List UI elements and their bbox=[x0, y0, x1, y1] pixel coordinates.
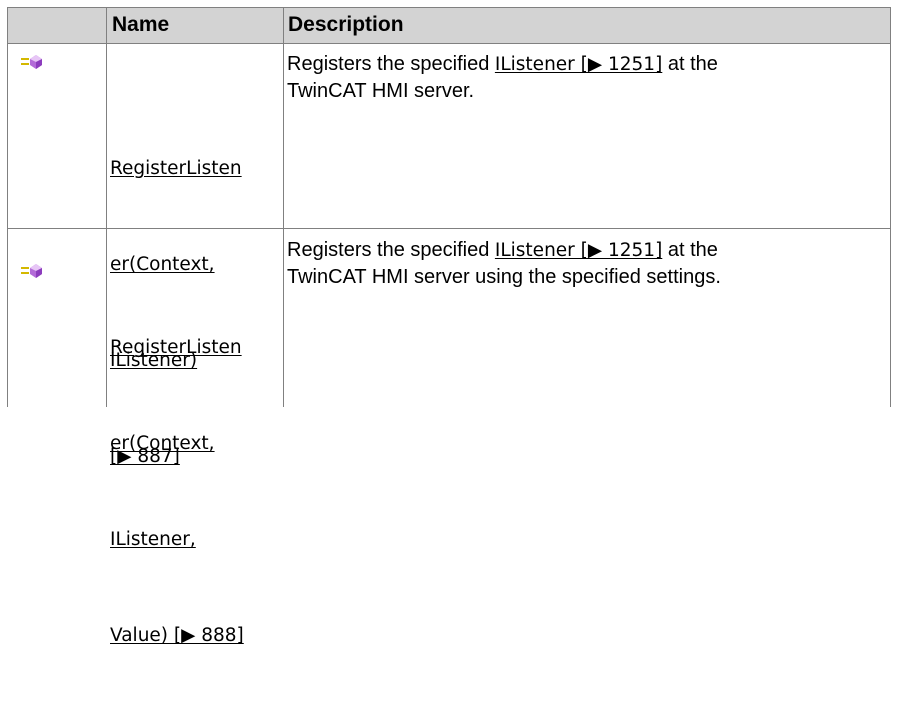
public-method-icon bbox=[21, 264, 42, 278]
methods-table: Name Description RegisterListen er(Conte… bbox=[7, 7, 891, 646]
header-name: Name bbox=[112, 13, 170, 36]
col-divider-1 bbox=[106, 7, 107, 407]
name-line[interactable]: IListener, bbox=[110, 524, 282, 556]
desc-text: Registers the specified bbox=[287, 239, 495, 261]
row-2-name[interactable]: RegisterListen er(Context, IListener, Va… bbox=[110, 268, 282, 716]
desc-text: Registers the specified bbox=[287, 53, 495, 75]
desc-text: TwinCAT HMI server. bbox=[287, 80, 475, 102]
border-right bbox=[890, 7, 891, 407]
col-divider-2 bbox=[283, 7, 284, 407]
border-top bbox=[7, 7, 891, 8]
ilistener-link[interactable]: IListener [▶ 1251] bbox=[495, 240, 662, 261]
name-line[interactable]: er(Context, bbox=[110, 428, 282, 460]
public-method-icon bbox=[21, 55, 42, 69]
name-line[interactable]: RegisterListen bbox=[110, 332, 282, 364]
header-divider bbox=[7, 43, 891, 44]
row-2-description: Registers the specified IListener [▶ 125… bbox=[287, 237, 887, 291]
ilistener-link[interactable]: IListener [▶ 1251] bbox=[495, 54, 662, 75]
row-1-description: Registers the specified IListener [▶ 125… bbox=[287, 51, 887, 105]
desc-text: at the bbox=[662, 239, 718, 261]
desc-text: TwinCAT HMI server using the specified s… bbox=[287, 266, 721, 288]
border-left bbox=[7, 7, 8, 407]
name-line[interactable]: RegisterListen bbox=[110, 153, 282, 185]
desc-text: at the bbox=[662, 53, 718, 75]
header-description: Description bbox=[288, 13, 404, 36]
name-line[interactable]: Value) [▶ 888] bbox=[110, 620, 282, 652]
